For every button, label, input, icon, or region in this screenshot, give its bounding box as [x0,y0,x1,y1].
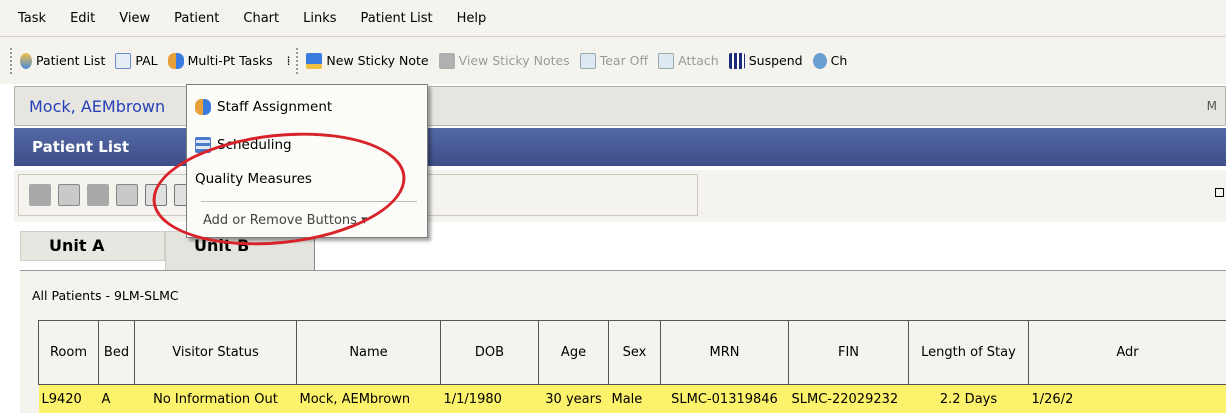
person-icon [20,52,32,69]
restore-icon[interactable] [1215,188,1224,197]
menu-edit[interactable]: Edit [70,11,95,26]
column-header-fin[interactable]: FIN [788,320,909,385]
menu-item-label: Quality Measures [195,171,312,187]
menu-item-staff-assignment[interactable]: Staff Assignment [195,99,332,115]
table-header-row: Room Bed Visitor Status Name DOB Age Sex… [38,320,1226,385]
attach-button[interactable]: Attach [658,52,719,69]
tab-unit-a[interactable]: Unit A [20,231,165,261]
cell-admit: 1/26/2 [1028,384,1226,413]
suspend-label: Suspend [748,53,803,68]
attach-icon [658,52,675,69]
cell-dob: 1/1/1980 [440,384,539,413]
pal-button-label: PAL [135,53,158,68]
list-icon[interactable] [116,184,138,206]
list-label: All Patients - 9LM-SLMC [32,288,179,303]
cell-age: 30 years [538,384,609,413]
wrench-icon[interactable] [29,184,51,206]
patient-banner-right: M [1206,99,1217,113]
tear-off-label: Tear Off [599,53,649,68]
cell-mrn: SLMC-01319846 [660,384,789,413]
menu-links[interactable]: Links [303,11,336,26]
menu-bar: Task Edit View Patient Chart Links Patie… [0,0,1226,36]
toolbar-grip[interactable] [10,47,14,74]
patient-table: Room Bed Visitor Status Name DOB Age Sex… [38,320,1226,413]
column-header-sex[interactable]: Sex [608,320,661,385]
menu-item-label: Scheduling [217,137,292,153]
people-icon [167,52,184,69]
view-sticky-notes-label: View Sticky Notes [458,53,570,68]
cell-fin: SLMC-22029232 [788,384,909,413]
menu-separator [201,201,417,202]
cell-visitor-status: No Information Out [134,384,297,413]
document-icon [115,52,132,69]
properties-icon[interactable] [58,184,80,206]
new-sticky-note-label: New Sticky Note [326,53,429,68]
patient-list-button-label: Patient List [36,53,106,68]
menu-patient[interactable]: Patient [174,11,219,26]
charges-label: Ch [830,53,848,68]
tear-off-button[interactable]: Tear Off [579,52,649,69]
column-header-room[interactable]: Room [38,320,99,385]
suspend-icon [728,52,745,69]
new-sticky-note-button[interactable]: New Sticky Note [306,52,429,69]
menu-view[interactable]: View [119,11,150,26]
column-header-length-of-stay[interactable]: Length of Stay [908,320,1029,385]
tear-off-icon [579,52,596,69]
menu-item-label: Staff Assignment [217,99,333,115]
menu-patient-list[interactable]: Patient List [361,11,433,26]
sticky-notes-icon [438,52,455,69]
column-header-bed[interactable]: Bed [98,320,135,385]
menu-task[interactable]: Task [18,11,46,26]
forward-chevron-icon[interactable] [87,184,109,206]
sticky-note-icon [306,52,323,69]
main-toolbar: Patient List PAL Multi-Pt Tasks ⁞ New St… [0,36,1226,84]
menu-help[interactable]: Help [457,11,487,26]
multi-pt-tasks-dropdown: Staff Assignment Scheduling Quality Meas… [186,84,428,238]
menu-item-quality-measures[interactable]: Quality Measures [195,171,312,187]
menu-chart[interactable]: Chart [243,11,279,26]
patient-list-button[interactable]: Patient List [20,52,106,69]
patient-name[interactable]: Mock, AEMbrown [29,97,165,116]
column-header-visitor-status[interactable]: Visitor Status [134,320,297,385]
add-remove-buttons[interactable]: Add or Remove Buttons ▾ [203,213,368,228]
menu-item-scheduling[interactable]: Scheduling [195,137,292,153]
staff-icon [195,99,211,115]
column-header-name[interactable]: Name [296,320,441,385]
toolbar-overflow-chevron-icon[interactable]: ⁞ [287,54,291,68]
pal-button[interactable]: PAL [115,52,158,69]
cell-length-of-stay: 2.2 Days [908,384,1029,413]
column-header-age[interactable]: Age [538,320,609,385]
calendar-icon [195,137,211,153]
patient-list-title: Patient List [32,138,130,156]
cell-sex: Male [608,384,661,413]
suspend-button[interactable]: Suspend [728,52,803,69]
view-sticky-notes-button[interactable]: View Sticky Notes [438,52,570,69]
multi-pt-tasks-button[interactable]: Multi-Pt Tasks [167,52,273,69]
attach-label: Attach [678,53,719,68]
multi-pt-tasks-label: Multi-Pt Tasks [187,53,273,68]
column-header-mrn[interactable]: MRN [660,320,789,385]
table-row[interactable]: L9420 A No Information Out Mock, AEMbrow… [38,384,1226,413]
cell-bed: A [98,384,135,413]
notes-icon[interactable] [145,184,167,206]
cell-room: L9420 [38,384,99,413]
charges-button[interactable]: Ch [812,52,848,69]
column-header-admit[interactable]: Adr [1028,320,1226,385]
column-header-dob[interactable]: DOB [440,320,539,385]
charges-icon [812,52,827,69]
cell-name: Mock, AEMbrown [296,384,441,413]
toolbar-grip-2[interactable] [296,47,300,74]
